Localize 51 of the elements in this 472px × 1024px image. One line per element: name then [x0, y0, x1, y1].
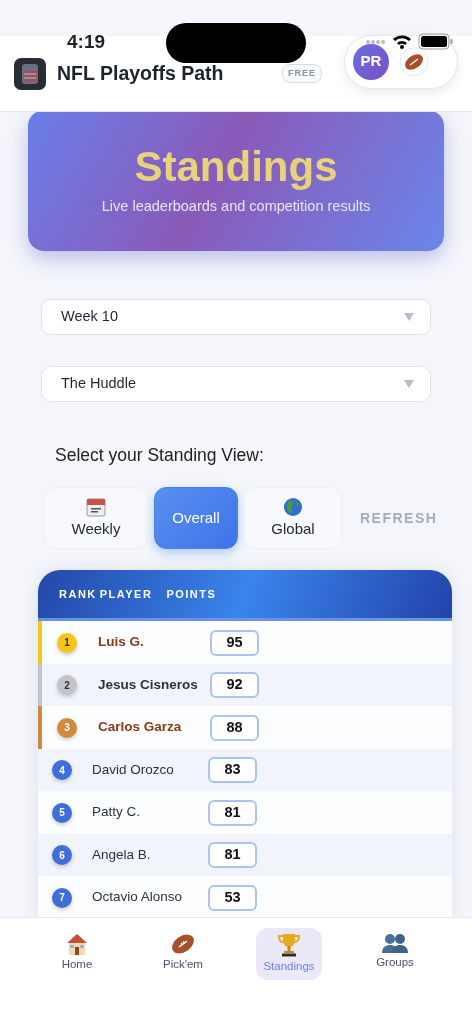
nav-tab[interactable]: Home: [44, 928, 110, 979]
avatar[interactable]: PR: [353, 43, 389, 80]
football-icon: [170, 932, 196, 956]
rank-badge: 6: [52, 845, 72, 865]
trophy-icon: [276, 932, 302, 958]
calendar-icon: [86, 496, 106, 517]
points-value: 95: [210, 629, 259, 656]
nav-tab[interactable]: Groups: [362, 928, 428, 977]
column-header: RANK: [59, 587, 97, 602]
wifi-icon: [392, 34, 412, 49]
rank-badge: 1: [57, 632, 77, 653]
caret-icon: [404, 313, 414, 321]
points-value: 92: [210, 672, 259, 698]
player-name: Carlos Garza: [98, 718, 183, 737]
football-icon: [399, 46, 429, 77]
player-name: David Orozco: [92, 760, 175, 779]
select-field[interactable]: Week 10: [41, 299, 431, 335]
app-logo-icon: [14, 57, 46, 90]
player-name: Jesus Cisneros: [98, 675, 199, 694]
rank-badge: 5: [52, 802, 72, 823]
rank-badge: 4: [52, 760, 72, 780]
points-value: 53: [208, 884, 257, 911]
section-label: Select your Standing View:: [55, 444, 265, 467]
column-header: PLAYER: [99, 587, 153, 602]
globe-icon: [283, 496, 303, 517]
view-tab[interactable]: Overall: [154, 487, 238, 550]
rank-badge: 3: [57, 717, 77, 738]
view-tab[interactable]: Global: [244, 487, 342, 550]
people-icon: [381, 932, 409, 954]
hero-title: Standings: [134, 143, 338, 190]
points-value: 81: [208, 842, 257, 868]
select-field[interactable]: The Huddle: [41, 366, 431, 402]
points-value: 88: [210, 714, 259, 741]
hero-subtitle: Live leaderboards and competition results: [101, 196, 371, 216]
player-name: Patty C.: [92, 803, 141, 822]
rank-badge: 2: [57, 675, 77, 695]
points-value: 83: [208, 757, 257, 783]
player-name: Octavio Alonso: [92, 888, 184, 907]
status-time: 4:19: [67, 32, 106, 51]
app-title: NFL Playoffs Path: [57, 60, 224, 86]
player-name: Angela B.: [92, 845, 152, 864]
view-tab[interactable]: Weekly: [44, 487, 148, 550]
plan-badge: FREE: [282, 63, 322, 84]
nav-tab[interactable]: Pick'em: [150, 928, 216, 979]
player-name: Luis G.: [98, 633, 145, 652]
signal-icon: [366, 38, 386, 45]
column-header: POINTS: [166, 587, 217, 602]
rank-badge: 7: [52, 887, 72, 908]
points-value: 81: [208, 799, 257, 826]
battery-icon: [418, 33, 454, 50]
caret-icon: [404, 380, 414, 388]
